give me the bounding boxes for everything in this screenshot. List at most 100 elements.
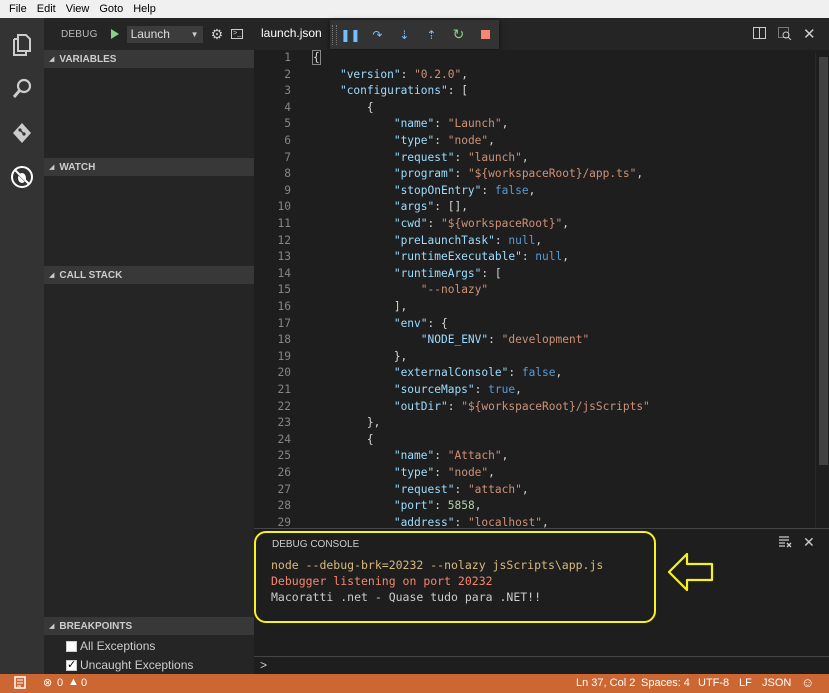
code-line[interactable]: 27 "request": "attach", xyxy=(254,482,814,499)
pause-icon[interactable]: ❚❚ xyxy=(337,28,364,42)
open-changes-icon[interactable] xyxy=(778,27,792,43)
code-line[interactable]: 2 "version": "0.2.0", xyxy=(254,67,814,84)
checkbox-all-exceptions[interactable] xyxy=(66,640,77,652)
encoding[interactable]: UTF-8 xyxy=(698,677,729,689)
code-line[interactable]: 25 "name": "Attach", xyxy=(254,448,814,465)
debug-icon[interactable] xyxy=(8,163,36,191)
code-line[interactable]: 3 "configurations": [ xyxy=(254,83,814,100)
code-text: { xyxy=(313,100,374,114)
checkbox-uncaught-exceptions[interactable] xyxy=(66,658,77,671)
line-number: 11 xyxy=(277,217,291,230)
tab-launch-json[interactable]: launch.json xyxy=(261,26,322,40)
code-line[interactable]: 21 "sourceMaps": true, xyxy=(254,382,814,399)
launch-config-select[interactable]: Launch ▼ xyxy=(126,25,203,43)
code-line[interactable]: 23 }, xyxy=(254,415,814,432)
line-number: 6 xyxy=(284,134,291,147)
code-line[interactable]: 16 ], xyxy=(254,299,814,316)
code-line[interactable]: 26 "type": "node", xyxy=(254,465,814,482)
split-editor-icon[interactable] xyxy=(753,27,766,42)
code-line[interactable]: 6 "type": "node", xyxy=(254,133,814,150)
line-number: 29 xyxy=(277,515,291,528)
line-number: 25 xyxy=(277,449,291,463)
code-line[interactable]: 19 }, xyxy=(254,349,814,366)
step-into-icon[interactable]: ⇣ xyxy=(391,28,418,42)
code-text: "cwd": "${workspaceRoot}", xyxy=(393,217,569,230)
close-panel-icon[interactable]: ✕ xyxy=(803,534,815,551)
start-debug-icon[interactable] xyxy=(110,29,119,39)
code-line[interactable]: 24 { xyxy=(254,432,814,449)
menu-help[interactable]: Help xyxy=(128,0,161,18)
code-line[interactable]: 10 "args": [], xyxy=(254,199,814,216)
code-line[interactable]: 29 "address": "localhost", xyxy=(254,515,814,528)
feedback-smiley-icon[interactable]: ☺ xyxy=(801,675,814,690)
debug-status-icon[interactable] xyxy=(14,676,26,692)
code-line[interactable]: 18 "NODE_ENV": "development" xyxy=(254,332,814,349)
git-icon[interactable] xyxy=(8,119,36,147)
search-icon[interactable] xyxy=(8,75,36,103)
code-line[interactable]: 17 "env": { xyxy=(254,316,814,333)
close-editor-icon[interactable]: ✕ xyxy=(803,25,816,43)
code-line[interactable]: 5 "name": "Launch", xyxy=(254,116,814,133)
console-input[interactable]: > xyxy=(254,656,829,674)
indentation[interactable]: Spaces: 4 xyxy=(641,677,690,689)
line-number: 24 xyxy=(277,432,291,446)
code-line[interactable]: 20 "externalConsole": false, xyxy=(254,365,814,382)
code-text: "--nolazy" xyxy=(420,283,489,297)
code-line[interactable]: 15 "--nolazy" xyxy=(254,282,814,299)
breakpoint-all-exceptions[interactable]: All Exceptions xyxy=(66,639,155,653)
breakpoints-section-header[interactable]: ◢ BREAKPOINTS xyxy=(44,617,254,635)
stop-icon[interactable] xyxy=(472,28,499,42)
menu-view[interactable]: View xyxy=(61,0,95,18)
call-stack-section-header[interactable]: ◢ CALL STACK xyxy=(44,266,254,284)
line-number: 22 xyxy=(277,399,291,413)
code-line[interactable]: 1{ xyxy=(254,50,814,67)
watch-section-header[interactable]: ◢ WATCH xyxy=(44,158,254,176)
step-over-icon[interactable]: ↷ xyxy=(364,28,391,42)
variables-section-header[interactable]: ◢ VARIABLES xyxy=(44,50,254,68)
code-editor[interactable]: 1{2 "version": "0.2.0", 3 "configurations… xyxy=(254,50,829,528)
line-ending[interactable]: LF xyxy=(739,677,752,689)
watch-section-title: WATCH xyxy=(59,161,96,173)
editor-scrollbar[interactable] xyxy=(815,53,829,528)
gear-icon[interactable]: ⚙ xyxy=(211,26,224,43)
warning-icon[interactable]: ▲ xyxy=(68,676,79,688)
code-line[interactable]: 14 "runtimeArgs": [ xyxy=(254,266,814,283)
code-line[interactable]: 4 { xyxy=(254,100,814,117)
code-line[interactable]: 8 "program": "${workspaceRoot}/app.ts", xyxy=(254,166,814,183)
warning-count[interactable]: 0 xyxy=(81,677,87,689)
code-line[interactable]: 9 "stopOnEntry": false, xyxy=(254,183,814,200)
menu-edit[interactable]: Edit xyxy=(32,0,61,18)
code-line[interactable]: 13 "runtimeExecutable": null, xyxy=(254,249,814,266)
code-text: "request": "launch", xyxy=(393,150,529,164)
line-number: 21 xyxy=(277,383,291,396)
breakpoint-label: All Exceptions xyxy=(80,639,156,653)
code-line[interactable]: 28 "port": 5858, xyxy=(254,498,814,515)
files-icon[interactable] xyxy=(8,31,36,59)
restart-icon[interactable]: ↻ xyxy=(445,26,472,43)
menu-goto[interactable]: Goto xyxy=(94,0,128,18)
line-number: 1 xyxy=(284,51,291,64)
line-number: 10 xyxy=(277,200,291,214)
code-line[interactable]: 22 "outDir": "${workspaceRoot}/jsScripts… xyxy=(254,399,814,416)
cursor-position[interactable]: Ln 37, Col 2 xyxy=(576,677,635,689)
activity-bar xyxy=(0,18,44,674)
code-text: "request": "attach", xyxy=(393,482,529,496)
error-count[interactable]: 0 xyxy=(57,677,63,689)
line-number: 16 xyxy=(277,300,291,313)
code-line[interactable]: 11 "cwd": "${workspaceRoot}", xyxy=(254,216,814,233)
line-number: 7 xyxy=(284,150,291,164)
open-console-icon[interactable]: >_ xyxy=(231,29,244,39)
menu-bar: File Edit View Goto Help xyxy=(0,0,829,18)
debug-sidebar: DEBUG Launch ▼ ⚙ >_ ◢ VARIABLES ◢ WATCH … xyxy=(44,18,254,674)
error-icon[interactable]: ⊗ xyxy=(43,676,52,689)
menu-file[interactable]: File xyxy=(4,0,32,18)
code-line[interactable]: 12 "preLaunchTask": null, xyxy=(254,233,814,250)
breakpoint-uncaught-exceptions[interactable]: Uncaught Exceptions xyxy=(66,658,193,672)
language-mode[interactable]: JSON xyxy=(762,677,791,689)
scrollbar-thumb[interactable] xyxy=(819,57,828,465)
code-text: "configurations": [ xyxy=(339,84,468,98)
code-line[interactable]: 7 "request": "launch", xyxy=(254,150,814,167)
clear-console-icon[interactable] xyxy=(779,536,792,551)
step-out-icon[interactable]: ⇡ xyxy=(418,28,445,42)
code-text: "NODE_ENV": "development" xyxy=(420,333,590,347)
